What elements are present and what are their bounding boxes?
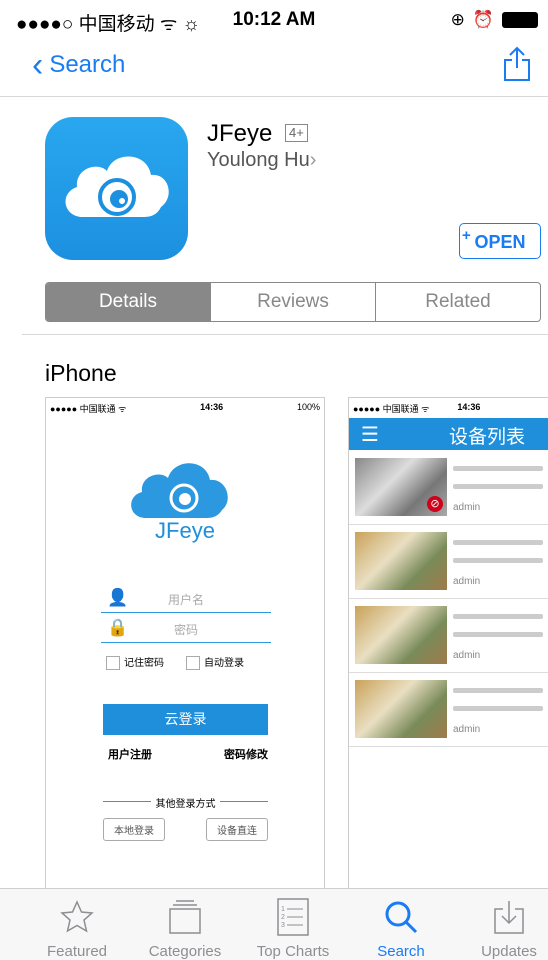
- svg-text:1: 1: [281, 906, 285, 913]
- categories-icon: [169, 900, 201, 934]
- screenshot-battery: 100%: [296, 402, 320, 412]
- blurred-text: [453, 706, 543, 711]
- device-thumbnail: [355, 606, 447, 664]
- logo-text: JFeye: [155, 518, 215, 543]
- register-link[interactable]: 用户注册: [108, 746, 152, 762]
- list-item: admin: [349, 674, 548, 747]
- remember-checkbox[interactable]: 记住密码: [106, 654, 164, 671]
- status-bar: ●●●●○ 中国移动 ᯤ ☼ 10:12 AM ⊕ ⏰: [0, 0, 548, 40]
- developer-name: Youlong Hu: [207, 149, 310, 171]
- blurred-text: [453, 558, 543, 563]
- device-user: admin: [453, 576, 481, 587]
- password-field[interactable]: 🔒 密码: [101, 616, 271, 643]
- download-icon: [494, 901, 524, 934]
- chevron-left-icon: ‹: [32, 46, 44, 84]
- open-button[interactable]: + OPEN: [459, 223, 541, 259]
- plus-icon: +: [462, 227, 471, 244]
- account-links: 用户注册 密码修改: [108, 746, 268, 762]
- device-thumbnail: [355, 532, 447, 590]
- open-label: OPEN: [474, 232, 526, 252]
- tab-search[interactable]: Search: [346, 895, 456, 960]
- list-item: ⊘ admin: [349, 452, 548, 525]
- blurred-text: [453, 466, 543, 471]
- chevron-right-icon: ›: [309, 149, 317, 171]
- tab-label: Search: [377, 943, 425, 960]
- star-icon: [60, 900, 94, 933]
- blurred-text: [453, 632, 543, 637]
- screenshot-carrier: ●●●●● 中国联通 ᯤ: [50, 404, 127, 414]
- blurred-text: [453, 614, 543, 619]
- local-login-button[interactable]: 本地登录: [103, 818, 165, 841]
- tab-reviews[interactable]: Reviews: [210, 283, 375, 321]
- tab-details[interactable]: Details: [46, 283, 210, 321]
- blurred-text: [453, 540, 543, 545]
- detail-segmented-control: Details Reviews Related: [45, 282, 541, 322]
- share-icon[interactable]: [502, 46, 532, 82]
- tab-categories[interactable]: Categories: [130, 895, 240, 960]
- direct-connect-button[interactable]: 设备直连: [206, 818, 268, 841]
- tab-label: Categories: [148, 943, 222, 960]
- rotation-lock-icon: ⊕: [450, 10, 465, 29]
- change-password-link[interactable]: 密码修改: [224, 746, 268, 762]
- tab-bar: Featured Categories 123 Top Charts Searc…: [0, 888, 548, 960]
- list-item: admin: [349, 600, 548, 673]
- svg-text:3: 3: [281, 922, 285, 929]
- battery-icon: [502, 12, 538, 28]
- tab-top-charts[interactable]: 123 Top Charts: [238, 895, 348, 960]
- list-icon: 123: [277, 898, 309, 936]
- screenshot-time: 14:36: [200, 402, 224, 412]
- offline-icon: ⊘: [427, 496, 443, 512]
- remember-label: 记住密码: [124, 658, 164, 669]
- tab-label: Featured: [46, 943, 108, 960]
- cloud-login-button[interactable]: 云登录: [103, 704, 268, 735]
- svg-text:2: 2: [281, 914, 285, 921]
- blurred-text: [453, 688, 543, 693]
- tab-related[interactable]: Related: [375, 283, 540, 321]
- device-list-title: 设备列表: [449, 427, 526, 448]
- other-methods-label: 其他登录方式: [103, 795, 268, 810]
- checkbox-icon: [106, 656, 120, 671]
- back-button[interactable]: ‹ Search: [32, 46, 126, 84]
- checkbox-icon: [186, 656, 200, 671]
- navigation-bar: ‹ Search: [0, 40, 548, 97]
- back-label: Search: [49, 51, 126, 78]
- screenshot-time: 14:36: [457, 402, 481, 412]
- tab-label: Updates: [481, 943, 537, 960]
- section-title: iPhone: [45, 360, 117, 386]
- menu-icon: ☰: [361, 424, 379, 446]
- app-screenshot-login[interactable]: ●●●●● 中国联通 ᯤ 14:36 100% JFeye 👤 用户名 🔒 密码…: [45, 397, 325, 894]
- list-item: admin: [349, 526, 548, 599]
- password-placeholder: 密码: [173, 623, 198, 637]
- tab-featured[interactable]: Featured: [22, 895, 132, 960]
- tab-label: Top Charts: [256, 943, 330, 960]
- blurred-text: [453, 484, 543, 489]
- app-icon: [45, 117, 188, 260]
- developer-link[interactable]: Youlong Hu›: [207, 149, 316, 172]
- screenshot-status-bar: ●●●●● 中国联通 ᯤ 14:36 100%: [50, 402, 320, 415]
- age-rating-badge: 4+: [285, 124, 308, 142]
- device-user: admin: [453, 502, 481, 513]
- app-name: JFeye: [207, 120, 273, 147]
- screenshot-status-bar: ●●●●● 中国联通 ᯤ 14:36: [353, 402, 548, 415]
- divider: [22, 334, 548, 335]
- search-icon: [385, 901, 418, 934]
- cloud-eye-icon: [65, 156, 169, 217]
- auto-login-checkbox[interactable]: 自动登录: [186, 654, 244, 671]
- alt-login-buttons: 本地登录 设备直连: [103, 818, 268, 841]
- tab-updates[interactable]: Updates: [454, 895, 548, 960]
- screenshot-carrier: ●●●●● 中国联通 ᯤ: [353, 404, 430, 414]
- device-user: admin: [453, 724, 481, 735]
- status-icons: ⊕ ⏰: [451, 10, 538, 30]
- auto-login-label: 自动登录: [204, 658, 244, 669]
- alarm-icon: ⏰: [472, 10, 494, 29]
- device-list-header: ☰ 设备列表: [349, 418, 548, 450]
- username-placeholder: 用户名: [167, 593, 204, 607]
- device-thumbnail: [355, 680, 447, 738]
- app-screenshot-device-list[interactable]: ●●●●● 中国联通 ᯤ 14:36 ☰ 设备列表 ⊘ admin admin …: [348, 397, 548, 894]
- device-user: admin: [453, 650, 481, 661]
- login-options: 记住密码 自动登录: [106, 654, 276, 671]
- username-field[interactable]: 👤 用户名: [101, 586, 271, 613]
- cloud-logo-icon: [131, 463, 228, 518]
